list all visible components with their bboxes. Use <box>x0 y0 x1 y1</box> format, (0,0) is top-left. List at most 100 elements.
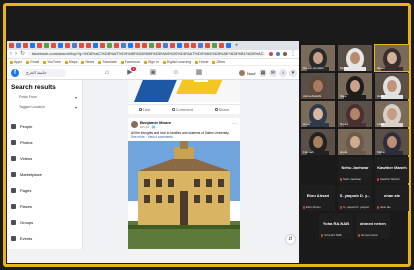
bookmark-item[interactable]: Gmail <box>25 60 39 64</box>
post-image[interactable] <box>128 80 240 102</box>
forward-icon[interactable]: › <box>15 51 17 57</box>
sidebar-item-marketplace[interactable]: Marketplace <box>11 170 42 178</box>
participant-name-tile[interactable]: Nehu Jaehwar Nehu Jaehwar <box>338 157 372 183</box>
browser-tab[interactable] <box>72 43 77 48</box>
browser-tab[interactable] <box>44 43 49 48</box>
bookmark-item[interactable]: Digital Learning <box>162 60 191 64</box>
participant-video-tile[interactable]: Reem <box>374 44 410 72</box>
participant-video-tile[interactable]: Latifa <box>375 101 409 127</box>
watch-icon[interactable]: ▶ 3 <box>125 67 136 78</box>
browser-tab[interactable] <box>65 43 70 48</box>
browser-tab[interactable] <box>128 43 133 48</box>
bookmark-item[interactable]: News <box>81 60 94 64</box>
browser-tab[interactable] <box>114 43 119 48</box>
filter-posts-from[interactable]: Posts From ▾ <box>19 94 79 101</box>
gaming-icon[interactable]: ▦ <box>194 68 204 78</box>
back-icon[interactable]: ‹ <box>10 51 12 57</box>
bookmark-item[interactable]: Sign in <box>144 60 159 64</box>
reload-icon[interactable]: ↻ <box>20 51 25 57</box>
facebook-logo[interactable]: f <box>11 69 19 77</box>
browser-tab[interactable] <box>30 43 35 48</box>
bookmark-item[interactable]: Maps <box>64 60 77 64</box>
browser-tab[interactable] <box>191 43 196 48</box>
browser-tab[interactable] <box>198 43 203 48</box>
bookmark-item[interactable]: Other <box>212 60 225 64</box>
share-button[interactable]: Share <box>214 107 229 112</box>
new-tab-button[interactable]: + <box>235 43 239 49</box>
browser-tab[interactable] <box>9 43 14 48</box>
facebook-search-input[interactable]: جامعة الخرج <box>22 69 66 77</box>
browser-tab[interactable] <box>86 43 91 48</box>
participant-video-tile[interactable]: Hanan <box>375 73 409 99</box>
participant-name-tile[interactable]: S. yaqoob D. y... S. yaqoob D. yaqoob <box>338 185 372 211</box>
participant-video-tile[interactable]: Huda <box>338 129 372 155</box>
filter-tagged-location[interactable]: Tagged Location ▾ <box>19 104 79 111</box>
bookmark-item[interactable]: Facebook <box>120 60 140 64</box>
profile-chip[interactable]: Nouf <box>239 69 255 77</box>
participant-video-tile[interactable]: Sara <box>338 73 372 99</box>
browser-tab[interactable] <box>184 43 189 48</box>
participant-name-tile[interactable]: ohan ale ohan ale <box>375 185 409 211</box>
participant-video-tile[interactable]: Maha <box>375 129 409 155</box>
bell-icon[interactable]: ♪ <box>279 69 287 77</box>
participant-name-tile[interactable]: Yoha RA.NAB Yoha RA.NAB <box>319 213 353 239</box>
bookmark-item[interactable]: Home <box>195 60 208 64</box>
browser-tab[interactable] <box>219 43 224 48</box>
participant-video-tile[interactable]: Mona <box>338 45 372 71</box>
scroll-fab-button[interactable]: ⇵ <box>286 235 295 244</box>
browser-tab[interactable] <box>37 43 42 48</box>
sidebar-item-pages[interactable]: Pages <box>11 186 31 194</box>
messenger-icon[interactable]: ✉ <box>269 69 277 77</box>
comment-button[interactable]: Comment <box>171 107 193 112</box>
caret-icon[interactable]: ▾ <box>289 69 297 77</box>
bookmark-item[interactable]: Translate <box>98 60 117 64</box>
like-button[interactable]: Like <box>138 107 150 112</box>
sidebar-item-photos[interactable]: Photos <box>11 138 32 146</box>
profile-icon[interactable] <box>283 52 287 56</box>
browser-tab[interactable] <box>107 43 112 48</box>
participant-video-tile[interactable]: Rawan Al-Harbi <box>301 45 335 71</box>
home-icon[interactable]: ⌂ <box>102 68 112 78</box>
sidebar-item-groups[interactable]: Groups <box>11 218 33 226</box>
browser-tab[interactable] <box>58 43 63 48</box>
browser-tab[interactable] <box>23 43 28 48</box>
avatar[interactable] <box>131 121 138 128</box>
browser-tab[interactable] <box>142 43 147 48</box>
browser-tab[interactable] <box>93 43 98 48</box>
browser-tab[interactable] <box>79 43 84 48</box>
sidebar-item-videos[interactable]: Videos <box>11 154 32 162</box>
bookmark-item[interactable]: Apps <box>10 60 22 64</box>
marketplace-icon[interactable]: ▣ <box>148 68 158 78</box>
browser-tab[interactable] <box>100 43 105 48</box>
menu-icon[interactable]: ▦ <box>259 69 267 77</box>
browser-tab[interactable] <box>212 43 217 48</box>
extension-icon[interactable] <box>269 52 273 56</box>
browser-tab[interactable] <box>135 43 140 48</box>
participant-video-tile[interactable]: Amal <box>301 101 335 127</box>
browser-tab[interactable] <box>16 43 21 48</box>
participant-video-tile[interactable]: Noura <box>338 101 372 127</box>
participant-name-tile[interactable]: Ebru Ahsari Ebru Ahsari <box>301 185 335 211</box>
url-field[interactable]: facebook.com/search/top?q=%D8%AC%D8%A7%D… <box>28 51 266 57</box>
browser-tab[interactable] <box>163 43 168 48</box>
post-see-more-link[interactable]: See more · View 4 comments <box>131 135 173 139</box>
browser-menu-icon[interactable]: ⋮ <box>290 51 296 57</box>
browser-tab[interactable] <box>51 43 56 48</box>
groups-icon[interactable]: ☺ <box>171 68 181 78</box>
browser-tab[interactable] <box>177 43 182 48</box>
participant-name-tile[interactable]: ahmed nehen ahmed nehen <box>356 213 390 239</box>
sidebar-item-places[interactable]: Places <box>11 202 32 210</box>
post-photo[interactable] <box>128 141 240 249</box>
participant-name-tile[interactable]: Kawther Maneh Kawther Maneh <box>375 157 409 183</box>
browser-tab[interactable] <box>226 43 231 48</box>
browser-tab[interactable] <box>121 43 126 48</box>
participant-video-tile[interactable]: Asma Alotaibi <box>301 73 335 99</box>
post-date[interactable]: Oct 14 · 🌐 <box>140 125 171 129</box>
browser-tab[interactable] <box>156 43 161 48</box>
sidebar-item-events[interactable]: Events <box>11 234 32 242</box>
post-menu-icon[interactable]: ··· <box>232 121 237 127</box>
browser-tab[interactable] <box>170 43 175 48</box>
browser-tab[interactable] <box>205 43 210 48</box>
participant-video-tile[interactable]: Fatimah <box>301 129 335 155</box>
extension-icon[interactable] <box>276 52 280 56</box>
